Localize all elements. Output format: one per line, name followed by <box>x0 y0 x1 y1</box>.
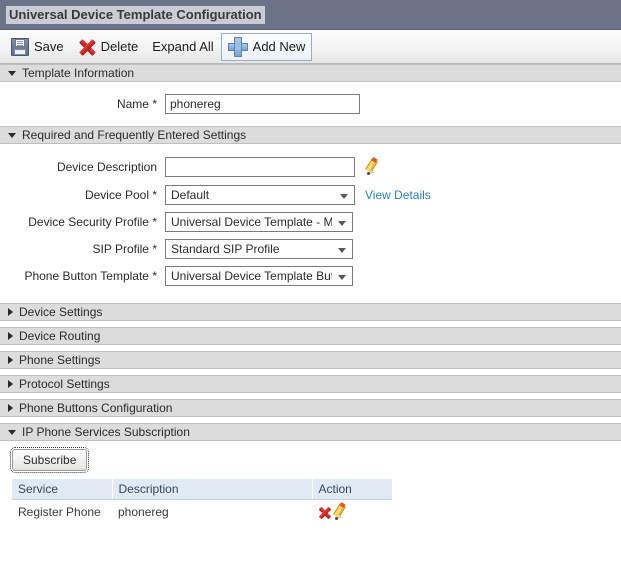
device-description-input[interactable] <box>165 157 355 177</box>
device-pool-label: Device Pool * <box>0 188 165 202</box>
add-new-button-label: Add New <box>253 39 306 54</box>
device-pool-selected-value: Default <box>171 188 209 202</box>
section-label-device-routing: Device Routing <box>19 329 100 343</box>
form-row-device-security-profile: Device Security Profile * Universal Devi… <box>0 208 621 235</box>
chevron-right-icon <box>8 380 13 388</box>
save-button[interactable]: Save <box>4 33 71 61</box>
column-header-service: Service <box>12 479 112 500</box>
section-header-device-settings[interactable]: Device Settings <box>0 303 621 321</box>
floppy-disk-icon <box>11 38 29 56</box>
toolbar: Save Delete Expand All Add New <box>0 30 621 64</box>
form-row-name: Name * <box>0 92 621 116</box>
sip-profile-selected-value: Standard SIP Profile <box>171 242 280 256</box>
chevron-right-icon <box>8 356 13 364</box>
section-header-required-settings[interactable]: Required and Frequently Entered Settings <box>0 126 621 144</box>
device-pool-select[interactable]: Default <box>165 185 355 205</box>
blue-plus-icon <box>228 37 248 57</box>
view-details-link[interactable]: View Details <box>365 188 431 202</box>
delete-button-label: Delete <box>101 39 139 54</box>
section-label-required-settings: Required and Frequently Entered Settings <box>22 128 246 142</box>
section-header-ip-phone-services-subscription[interactable]: IP Phone Services Subscription <box>0 423 621 441</box>
expand-all-button-label: Expand All <box>152 39 213 54</box>
cell-action <box>312 500 392 525</box>
chevron-down-icon <box>8 133 16 138</box>
form-row-device-pool: Device Pool * Default View Details <box>0 181 621 208</box>
required-marker: * <box>152 242 157 256</box>
red-x-icon <box>78 38 96 56</box>
name-input[interactable] <box>165 94 360 114</box>
window-title-bar: Universal Device Template Configuration <box>0 0 621 30</box>
required-marker: * <box>152 97 157 111</box>
required-settings-form: Device Description Device Pool * Default… <box>0 144 621 298</box>
device-security-profile-label: Device Security Profile * <box>0 215 165 229</box>
phone-button-template-selected-value: Universal Device Template Butto <box>171 269 332 283</box>
chevron-right-icon <box>8 404 13 412</box>
device-security-profile-select[interactable]: Universal Device Template - Mo <box>165 212 353 232</box>
phone-button-template-label: Phone Button Template * <box>0 269 165 283</box>
delete-button[interactable]: Delete <box>71 33 146 61</box>
page-title: Universal Device Template Configuration <box>6 6 265 24</box>
form-row-device-description: Device Description <box>0 153 621 181</box>
section-label-phone-settings: Phone Settings <box>19 353 100 367</box>
sip-profile-label: SIP Profile * <box>0 242 165 256</box>
cell-service: Register Phone <box>12 500 112 525</box>
pencil-icon[interactable] <box>365 159 379 175</box>
required-marker: * <box>152 188 157 202</box>
section-label-device-settings: Device Settings <box>19 305 102 319</box>
section-header-phone-buttons-configuration[interactable]: Phone Buttons Configuration <box>0 399 621 417</box>
chevron-down-icon <box>8 430 16 435</box>
chevron-right-icon <box>8 308 13 316</box>
form-row-sip-profile: SIP Profile * Standard SIP Profile <box>0 235 621 262</box>
template-information-form: Name * <box>0 82 621 126</box>
chevron-right-icon <box>8 332 13 340</box>
name-field-label: Name * <box>0 97 165 111</box>
save-button-label: Save <box>34 39 64 54</box>
required-marker: * <box>152 215 157 229</box>
section-header-template-information[interactable]: Template Information <box>0 64 621 82</box>
subscription-panel: Subscribe <box>0 441 621 471</box>
ip-phone-services-table: Service Description Action Register Phon… <box>12 479 392 524</box>
section-label-ip-phone-services-subscription: IP Phone Services Subscription <box>22 425 190 439</box>
section-label-template-information: Template Information <box>22 66 134 80</box>
chevron-down-icon <box>8 71 16 76</box>
section-header-device-routing[interactable]: Device Routing <box>0 327 621 345</box>
section-label-phone-buttons-configuration: Phone Buttons Configuration <box>19 401 172 415</box>
cell-description: phonereg <box>112 500 312 525</box>
form-row-phone-button-template: Phone Button Template * Universal Device… <box>0 262 621 289</box>
edit-icon[interactable] <box>333 504 347 520</box>
section-header-protocol-settings[interactable]: Protocol Settings <box>0 375 621 393</box>
section-label-protocol-settings: Protocol Settings <box>19 377 110 391</box>
column-header-description: Description <box>112 479 312 500</box>
add-new-button[interactable]: Add New <box>221 33 313 61</box>
delete-icon[interactable] <box>318 506 331 519</box>
phone-button-template-select[interactable]: Universal Device Template Butto <box>165 266 353 286</box>
sip-profile-select[interactable]: Standard SIP Profile <box>165 239 353 259</box>
required-marker: * <box>152 269 157 283</box>
expand-all-button[interactable]: Expand All <box>145 33 220 61</box>
section-header-phone-settings[interactable]: Phone Settings <box>0 351 621 369</box>
table-header-row: Service Description Action <box>12 479 392 500</box>
subscribe-button[interactable]: Subscribe <box>12 449 87 471</box>
table-row: Register Phone phonereg <box>12 500 392 525</box>
device-description-label: Device Description <box>0 160 165 174</box>
column-header-action: Action <box>312 479 392 500</box>
device-security-profile-selected-value: Universal Device Template - Mo <box>171 215 332 229</box>
